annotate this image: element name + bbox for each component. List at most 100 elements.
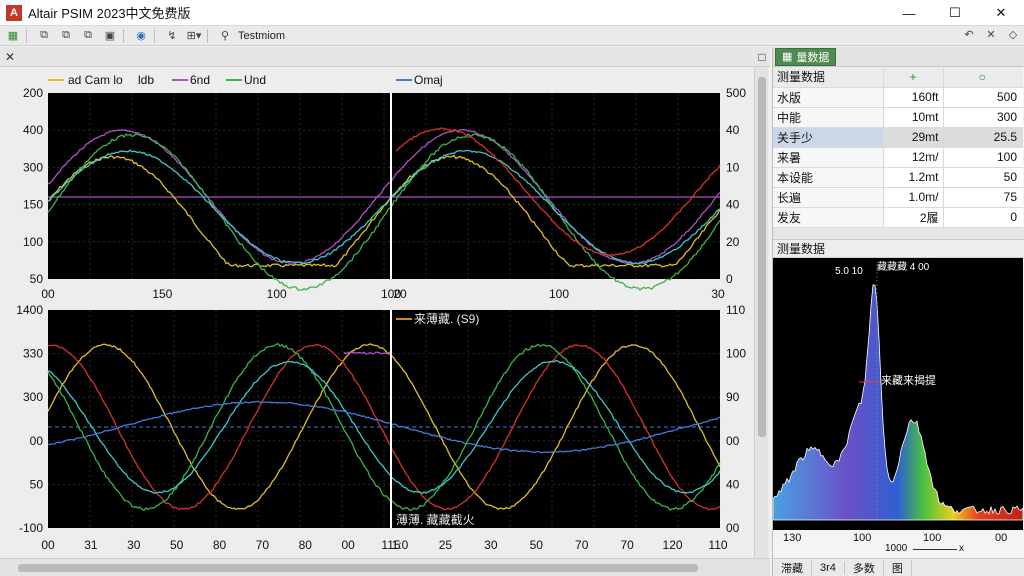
hist-x-tick: 100 bbox=[923, 531, 942, 544]
table-row[interactable]: 中能 10mt 300 bbox=[773, 107, 1023, 128]
row-name: 来暑 bbox=[773, 147, 883, 168]
close-button[interactable]: ✕ bbox=[978, 0, 1024, 26]
row-value: 300 bbox=[942, 107, 1023, 128]
app-logo-icon: A bbox=[6, 4, 22, 21]
close-icon[interactable]: ✕ bbox=[2, 49, 18, 64]
measure-panel: ▦ 量数据 测量数据 + ○ 水版 160ft 500 中能 10mt 300 … bbox=[772, 47, 1024, 576]
measure-icon[interactable]: ⚲ bbox=[216, 28, 234, 44]
wave-icon[interactable]: ◉ bbox=[132, 28, 150, 44]
plot-vertical-scrollbar[interactable] bbox=[754, 67, 768, 558]
tick-label: 100 bbox=[726, 347, 746, 361]
tick-label: 00 bbox=[726, 521, 740, 535]
copy-icon[interactable]: ⧉ bbox=[79, 28, 97, 44]
tick-label: 500 bbox=[726, 86, 746, 100]
row-value: 25.5 bbox=[942, 127, 1023, 148]
row-value: 29mt bbox=[882, 127, 943, 148]
toolbar-label: Testmiom bbox=[238, 29, 286, 42]
circle-icon[interactable]: ○ bbox=[942, 67, 1023, 88]
tick-label: 80 bbox=[213, 538, 227, 552]
undo-icon[interactable]: ↶ bbox=[958, 26, 980, 42]
minimize-button[interactable]: — bbox=[886, 0, 932, 26]
chart-icon: ▦ bbox=[782, 51, 793, 63]
tick-label: 20 bbox=[726, 235, 740, 249]
pin-icon[interactable]: ◇ bbox=[1002, 26, 1024, 42]
tick-label: 00 bbox=[41, 538, 55, 552]
table-row[interactable]: 水版 160ft 500 bbox=[773, 87, 1023, 108]
tick-label: 120 bbox=[663, 538, 683, 552]
histogram-area bbox=[772, 283, 1024, 520]
table-row[interactable]: 长遍 1.0m/ 75 bbox=[773, 187, 1023, 208]
measure-table-scrollbar[interactable] bbox=[773, 227, 1024, 240]
tick-label: 10 bbox=[726, 160, 740, 174]
histogram-panel: 5.0 10 藏藏藏 4 00 来藏来揭提 bbox=[772, 257, 1024, 530]
title-bar: A Altair PSIM 2023中文免费版 — ☐ ✕ bbox=[0, 0, 1024, 26]
export-icon[interactable]: ⊞▾ bbox=[185, 28, 203, 44]
histogram-label-top: 5.0 10 bbox=[835, 266, 863, 277]
tick-label: 70 bbox=[575, 538, 589, 552]
plot-area: ad Cam lo ldb 6nd Und Omaj 200 400 300 150 1… bbox=[0, 67, 770, 558]
bottom-annotation-top: 来薄藏. (S9) bbox=[414, 311, 479, 326]
row-value: 12m/ bbox=[882, 147, 943, 168]
tick-label: 150 bbox=[152, 287, 172, 301]
status-item[interactable]: 3r4 bbox=[812, 561, 845, 574]
close-icon[interactable]: ✕ bbox=[980, 26, 1002, 42]
add-icon[interactable]: + bbox=[882, 67, 943, 88]
measure-table-header: 测量数据 + ○ bbox=[773, 67, 1023, 88]
histogram-label-top-right: 藏藏藏 4 00 bbox=[877, 261, 930, 273]
top-x-ticks: 00 150 100 10020 100 30 bbox=[41, 287, 725, 301]
scroll-thumb[interactable] bbox=[18, 564, 698, 572]
row-name: 发友 bbox=[773, 207, 883, 228]
tick-label: 110 bbox=[708, 538, 727, 552]
tick-label: 31 bbox=[84, 538, 98, 552]
copy-icon[interactable]: ▣ bbox=[101, 28, 119, 44]
status-item[interactable]: 滞藏 bbox=[773, 559, 812, 576]
row-value: 100 bbox=[942, 147, 1023, 168]
top-plot-background bbox=[48, 93, 720, 279]
histogram-label-mid: 来藏来揭提 bbox=[881, 373, 936, 387]
copy-icon[interactable]: ⧉ bbox=[57, 28, 75, 44]
square-icon[interactable]: □ bbox=[754, 49, 770, 64]
hist-x-arrow bbox=[913, 548, 957, 550]
row-name: 中能 bbox=[773, 107, 883, 128]
maximize-button[interactable]: ☐ bbox=[932, 0, 978, 26]
plot-horizontal-scrollbar[interactable] bbox=[0, 558, 770, 576]
tick-label: 110 bbox=[726, 303, 745, 317]
cursor-icon[interactable]: ↯ bbox=[163, 28, 181, 44]
toolbar: ▦ ⧉ ⧉ ⧉ ▣ ◉ ↯ ⊞▾ ⚲ Testmiom ↶ ✕ ◇ bbox=[0, 26, 1024, 46]
tick-label: 25 bbox=[439, 538, 453, 552]
bottom-annotation-bottom: 薄薄. 藏藏截火 bbox=[396, 512, 475, 527]
copy-icon[interactable]: ⧉ bbox=[35, 28, 53, 44]
tick-label: 20 bbox=[393, 287, 407, 301]
row-value: 500 bbox=[942, 87, 1023, 108]
bottom-y-right-ticks: 110 100 90 00 40 00 bbox=[726, 303, 746, 535]
measure-panel-tabs: ▦ 量数据 bbox=[773, 47, 1024, 67]
table-row-selected[interactable]: 关手少 29mt 25.5 bbox=[773, 127, 1023, 148]
status-item[interactable]: 图 bbox=[884, 559, 912, 576]
tick-label: 70 bbox=[256, 538, 270, 552]
table-row[interactable]: 本设能 1.2mt 50 bbox=[773, 167, 1023, 188]
histogram-x-axis: 130 100 100 00 1000 x bbox=[773, 529, 1024, 554]
row-value: 160ft bbox=[882, 87, 943, 108]
tick-label: 200 bbox=[23, 86, 43, 100]
window-title: Altair PSIM 2023中文免费版 bbox=[28, 6, 191, 21]
panel-status-bar: 滞藏 3r4 多数 图 bbox=[773, 558, 1024, 576]
tick-label: 00 bbox=[341, 538, 355, 552]
toolbar-separator bbox=[123, 28, 124, 43]
tick-label: 300 bbox=[23, 390, 43, 404]
status-item[interactable]: 多数 bbox=[845, 559, 884, 576]
hist-x-tick: 130 bbox=[783, 531, 802, 544]
toolbar-separator bbox=[26, 28, 27, 43]
window-controls: — ☐ ✕ bbox=[886, 0, 1024, 26]
tick-label: 1400 bbox=[16, 303, 43, 317]
table-row[interactable]: 发友 2履 0 bbox=[773, 207, 1023, 228]
tick-label: 90 bbox=[726, 390, 740, 404]
scroll-thumb[interactable] bbox=[758, 77, 766, 437]
histogram-chart: 5.0 10 藏藏藏 4 00 来藏来揭提 bbox=[772, 261, 1024, 520]
toolbar-right: ↶ ✕ ◇ bbox=[958, 26, 1024, 46]
grid-icon[interactable]: ▦ bbox=[4, 28, 22, 44]
tick-label: 400 bbox=[23, 123, 43, 137]
waveform-plots[interactable]: ad Cam lo ldb 6nd Und Omaj 2004003001501… bbox=[0, 67, 754, 558]
table-row[interactable]: 来暑 12m/ 100 bbox=[773, 147, 1023, 168]
measure-tab[interactable]: ▦ 量数据 bbox=[775, 47, 837, 66]
row-name: 水版 bbox=[773, 87, 883, 108]
